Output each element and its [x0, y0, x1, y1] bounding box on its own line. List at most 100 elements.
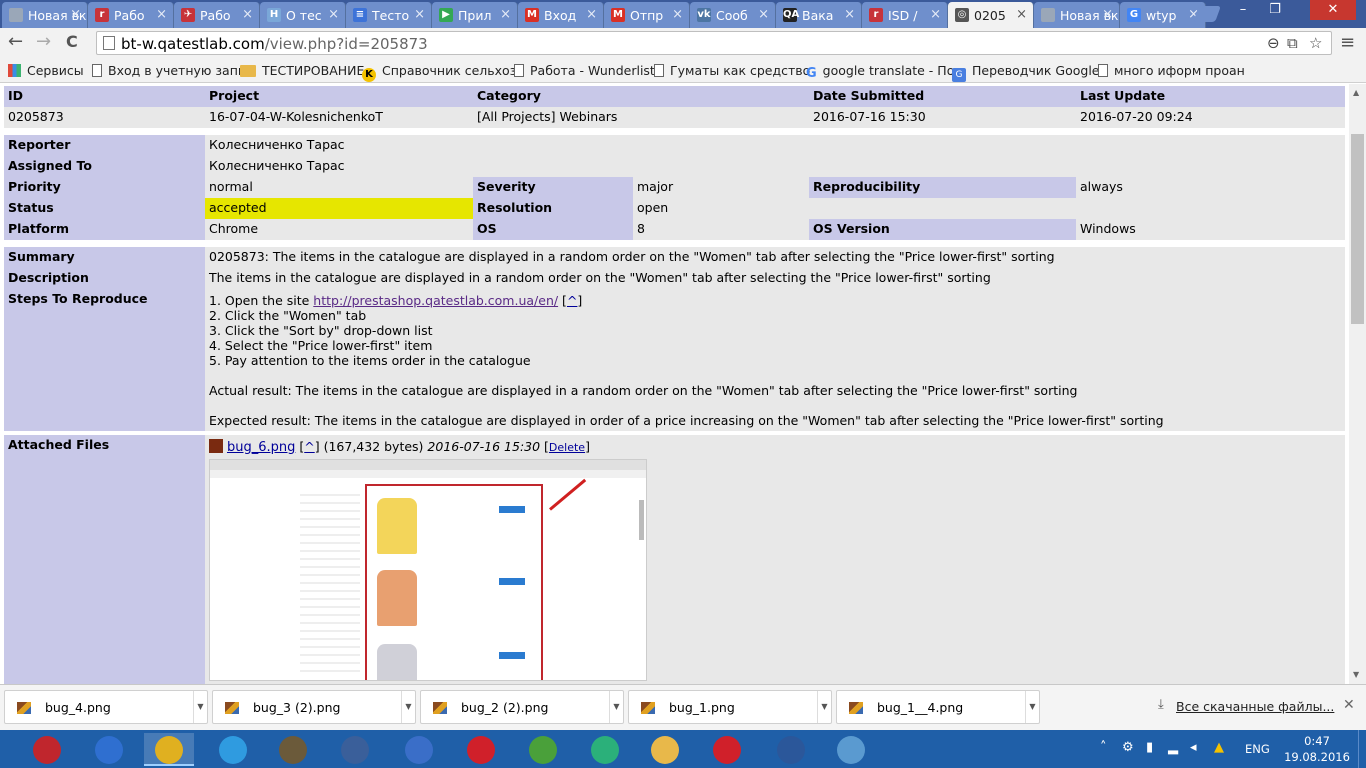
tray-network-icon[interactable]: ▂ — [1168, 740, 1178, 755]
back-button[interactable]: ← — [8, 32, 23, 52]
browser-tab[interactable]: Новая вкла× — [2, 2, 88, 28]
photo-viewer-icon[interactable] — [826, 733, 876, 766]
vpn-app-icon[interactable] — [580, 733, 630, 766]
word-icon[interactable] — [766, 733, 816, 766]
translate-icon[interactable]: ⧉ — [1287, 34, 1298, 52]
file-explorer-icon[interactable] — [640, 733, 690, 766]
clock[interactable]: 0:47 19.08.2016 — [1284, 733, 1350, 765]
browser-tab[interactable]: r ISD / × — [862, 2, 948, 28]
download-item[interactable]: bug_2 (2).png ▼ — [420, 690, 624, 724]
calculator-app-icon[interactable] — [84, 733, 134, 766]
close-icon[interactable]: ✕ — [1343, 697, 1355, 713]
download-menu-icon[interactable]: ▼ — [1025, 691, 1039, 723]
browser-tab[interactable]: ◎ 0205 × — [948, 2, 1034, 28]
windows-taskbar: ˄ ⚙ ▮ ▂ ◂ ▲ ENG 0:47 19.08.2016 — [0, 730, 1366, 768]
bookmark-item[interactable]: G Переводчик Google — [952, 63, 1099, 82]
browser-tab[interactable]: r Рабо × — [88, 2, 174, 28]
page-scroll-thumb[interactable] — [1351, 134, 1364, 324]
download-item[interactable]: bug_1.png ▼ — [628, 690, 832, 724]
tab-close-icon[interactable]: × — [1102, 7, 1113, 22]
bookmark-doc-icon — [1098, 64, 1108, 77]
new-tab-button[interactable] — [1193, 6, 1221, 22]
tab-close-icon[interactable]: × — [1016, 7, 1027, 22]
bookmark-item[interactable]: Работа - Wunderlist — [514, 63, 655, 78]
browser-tab[interactable]: H О тес × — [260, 2, 346, 28]
tab-close-icon[interactable]: × — [500, 7, 511, 22]
restore-button[interactable]: ❐ — [1260, 0, 1290, 20]
thunderbird-icon[interactable] — [394, 733, 444, 766]
download-item[interactable]: bug_4.png ▼ — [4, 690, 208, 724]
show-desktop-button[interactable] — [1358, 730, 1366, 768]
forward-button[interactable]: → — [36, 32, 51, 52]
tab-label: Отпр — [630, 8, 664, 23]
download-item[interactable]: bug_1__4.png ▼ — [836, 690, 1040, 724]
tab-close-icon[interactable]: × — [930, 7, 941, 22]
window-close-button[interactable]: ✕ — [1310, 0, 1356, 20]
tray-expand-icon[interactable]: ˄ — [1100, 740, 1107, 755]
url-text[interactable]: bt-w.qatestlab.com/view.php?id=205873 — [121, 35, 428, 53]
language-indicator[interactable]: ENG — [1245, 742, 1270, 756]
tray-drive-icon[interactable]: ▲ — [1214, 740, 1224, 755]
tab-close-icon[interactable]: × — [672, 7, 683, 22]
speaker-app-icon[interactable] — [268, 733, 318, 766]
bookmark-item[interactable]: Вход в учетную запи — [92, 63, 246, 78]
browser-tab[interactable]: ≡ Тесто × — [346, 2, 432, 28]
tab-close-icon[interactable]: × — [70, 7, 81, 22]
tool-app-icon[interactable] — [330, 733, 380, 766]
browser-tab[interactable]: M Вход × — [518, 2, 604, 28]
tray-settings-icon[interactable]: ⚙ — [1122, 740, 1134, 755]
tab-close-icon[interactable]: × — [844, 7, 855, 22]
browser-tab[interactable]: M Отпр × — [604, 2, 690, 28]
tab-close-icon[interactable]: × — [586, 7, 597, 22]
browser-tab[interactable]: ✈ Рабо × — [174, 2, 260, 28]
address-bar[interactable]: bt-w.qatestlab.com/view.php?id=205873 ⊖ … — [96, 31, 1332, 55]
tab-close-icon[interactable]: × — [156, 7, 167, 22]
scroll-down-arrow-icon[interactable]: ▼ — [1353, 670, 1359, 679]
chrome-menu-button[interactable]: ≡ — [1340, 32, 1355, 53]
attachment-delete-link[interactable]: Delete — [549, 441, 585, 454]
tab-close-icon[interactable]: × — [414, 7, 425, 22]
prestashop-link-new-window[interactable]: ^ — [567, 293, 577, 308]
bookmark-item[interactable]: много иформ проан — [1098, 63, 1245, 78]
browser-tab[interactable]: Gwtyp × — [1120, 2, 1206, 28]
attachment-new-window-link[interactable]: ^ — [304, 439, 314, 454]
download-item[interactable]: bug_3 (2).png ▼ — [212, 690, 416, 724]
tab-close-icon[interactable]: × — [328, 7, 339, 22]
minimize-button[interactable]: – — [1228, 0, 1258, 20]
download-menu-icon[interactable]: ▼ — [193, 691, 207, 723]
page-scrollbar[interactable]: ▲ ▼ — [1349, 84, 1366, 684]
browser-tab[interactable]: Новая вк × — [1034, 2, 1120, 28]
tray-volume-icon[interactable]: ◂ — [1190, 740, 1197, 755]
step-2: 2. Click the "Women" tab — [209, 308, 367, 323]
attachment-link[interactable]: bug_6.png — [227, 440, 295, 455]
browser-tab[interactable]: QA Вака × — [776, 2, 862, 28]
bookmark-label: Переводчик Google — [972, 63, 1100, 78]
bookmark-item[interactable]: Гуматы как средство — [654, 63, 810, 78]
bookmark-item[interactable]: ТЕСТИРОВАНИЕ — [240, 63, 364, 78]
browser-tab[interactable]: vk Сооб × — [690, 2, 776, 28]
bookmark-doc-icon — [92, 64, 102, 77]
tab-close-icon[interactable]: × — [758, 7, 769, 22]
download-menu-icon[interactable]: ▼ — [401, 691, 415, 723]
prestashop-link[interactable]: http://prestashop.qatestlab.com.ua/en/ — [313, 293, 558, 308]
reload-button[interactable]: C — [66, 32, 78, 52]
utorrent-icon[interactable] — [518, 733, 568, 766]
opera-icon-2[interactable] — [702, 733, 752, 766]
opera-icon[interactable] — [456, 733, 506, 766]
all-downloads-link[interactable]: Все скачанные файлы... — [1176, 699, 1334, 714]
chrome-app-icon[interactable] — [144, 733, 194, 766]
browser-tab[interactable]: ▶ Прил × — [432, 2, 518, 28]
power-app-icon[interactable] — [22, 733, 72, 766]
zoom-icon[interactable]: ⊖ — [1267, 34, 1280, 52]
internet-explorer-icon[interactable] — [208, 733, 258, 766]
bookmark-item[interactable]: K Справочник сельхоз — [362, 63, 516, 82]
bookmark-item[interactable]: Ggoogle translate - По — [806, 63, 954, 81]
bookmark-star-icon[interactable]: ☆ — [1309, 34, 1322, 52]
tray-battery-icon[interactable]: ▮ — [1146, 740, 1153, 755]
scroll-up-arrow-icon[interactable]: ▲ — [1353, 88, 1359, 97]
download-menu-icon[interactable]: ▼ — [817, 691, 831, 723]
tab-close-icon[interactable]: × — [242, 7, 253, 22]
attachment-preview-image[interactable] — [209, 459, 647, 681]
bookmark-item[interactable]: Сервисы — [8, 63, 84, 78]
download-menu-icon[interactable]: ▼ — [609, 691, 623, 723]
